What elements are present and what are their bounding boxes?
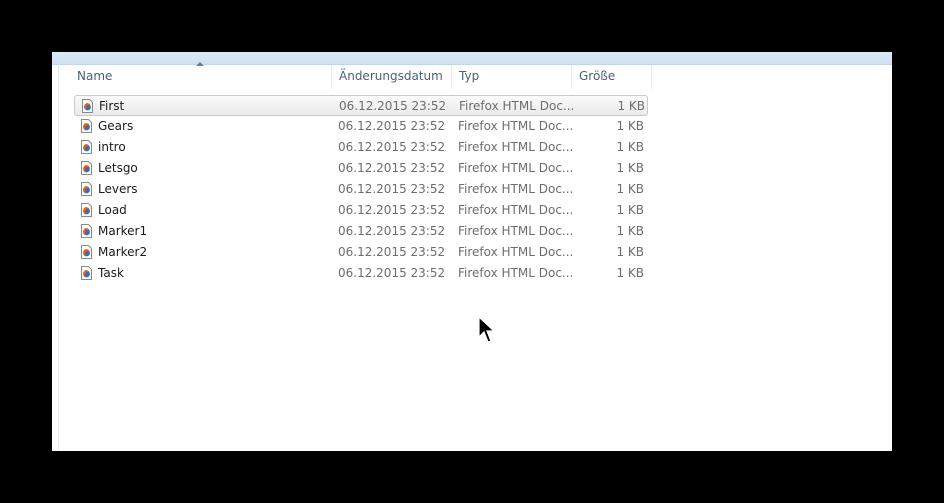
file-row[interactable]: First 06.12.2015 23:52 Firefox HTML Doc...… [74,95,648,116]
file-type: Firefox HTML Doc... [458,182,574,196]
navigation-pane-edge [58,64,59,451]
file-size: 1 KB [616,161,644,175]
firefox-html-file-icon [81,161,92,175]
file-row[interactable]: Gears 06.12.2015 23:52 Firefox HTML Doc...… [74,116,648,137]
file-row[interactable]: Letsgo 06.12.2015 23:52 Firefox HTML Doc..… [74,158,648,179]
file-type: Firefox HTML Doc... [458,161,574,175]
column-header-date[interactable]: Änderungsdatum [332,65,452,89]
file-modified-date: 06.12.2015 23:52 [338,266,446,280]
file-modified-date: 06.12.2015 23:52 [339,99,447,113]
file-size: 1 KB [616,119,644,133]
firefox-html-file-icon [81,182,92,196]
file-size: 1 KB [616,203,644,217]
file-modified-date: 06.12.2015 23:52 [338,140,446,154]
file-modified-date: 06.12.2015 23:52 [338,203,446,217]
file-row[interactable]: Load 06.12.2015 23:52 Firefox HTML Doc... 1… [74,200,648,221]
explorer-window: Name Änderungsdatum Typ Größe First 06.12… [52,52,892,451]
file-name: First [99,99,125,113]
firefox-html-file-icon [81,245,92,259]
file-type: Firefox HTML Doc... [458,119,574,133]
file-row[interactable]: Levers 06.12.2015 23:52 Firefox HTML Doc..… [74,179,648,200]
file-size: 1 KB [616,224,644,238]
file-name: Levers [98,182,138,196]
file-type: Firefox HTML Doc... [459,99,575,113]
mouse-pointer-icon [478,316,495,343]
file-name: Task [98,266,124,280]
file-name: Marker1 [98,224,148,238]
file-size: 1 KB [616,245,644,259]
file-name: Marker2 [98,245,148,259]
file-type: Firefox HTML Doc... [458,224,574,238]
file-name: Letsgo [98,161,138,175]
file-row[interactable]: Marker1 06.12.2015 23:52 Firefox HTML Doc.… [74,221,648,242]
column-header-type-label: Typ [459,69,480,83]
sort-ascending-icon [196,62,204,66]
file-type: Firefox HTML Doc... [458,245,574,259]
file-modified-date: 06.12.2015 23:52 [338,161,446,175]
file-name: intro [98,140,126,154]
file-modified-date: 06.12.2015 23:52 [338,245,446,259]
file-type: Firefox HTML Doc... [458,140,574,154]
firefox-html-file-icon [81,140,92,154]
firefox-html-file-icon [81,203,92,217]
file-row[interactable]: Task 06.12.2015 23:52 Firefox HTML Doc... 1… [74,263,648,284]
file-name: Load [98,203,127,217]
file-modified-date: 06.12.2015 23:52 [338,182,446,196]
file-size: 1 KB [616,266,644,280]
file-modified-date: 06.12.2015 23:52 [338,119,446,133]
file-size: 1 KB [617,99,645,113]
column-header-type[interactable]: Typ [452,65,572,89]
file-list: First 06.12.2015 23:52 Firefox HTML Doc...… [74,95,648,284]
file-row[interactable]: Marker2 06.12.2015 23:52 Firefox HTML Doc.… [74,242,648,263]
column-header-date-label: Änderungsdatum [339,69,443,83]
file-modified-date: 06.12.2015 23:52 [338,224,446,238]
file-type: Firefox HTML Doc... [458,203,574,217]
file-size: 1 KB [616,182,644,196]
file-type: Firefox HTML Doc... [458,266,574,280]
toolbar-strip [52,52,892,65]
file-name: Gears [98,119,134,133]
column-header-size-label: Größe [579,69,616,83]
firefox-html-file-icon [81,119,92,133]
column-header-name-label: Name [77,69,113,83]
column-header-name[interactable]: Name [70,62,332,89]
firefox-html-file-icon [81,224,92,238]
firefox-html-file-icon [82,99,93,113]
firefox-html-file-icon [81,266,92,280]
column-header-size[interactable]: Größe [572,65,652,89]
file-row[interactable]: intro 06.12.2015 23:52 Firefox HTML Doc...… [74,137,648,158]
file-size: 1 KB [616,140,644,154]
